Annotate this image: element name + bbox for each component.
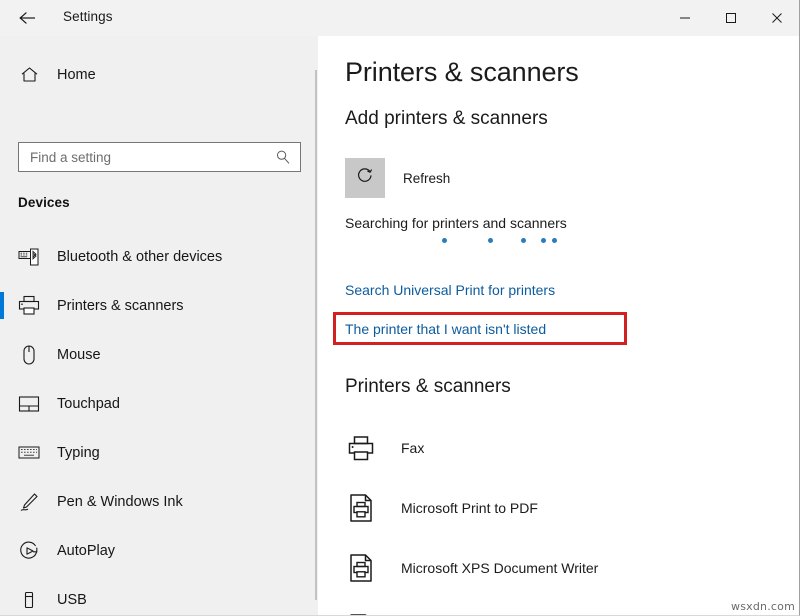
- sidebar-item-label: USB: [57, 592, 87, 608]
- refresh-circular-arrow-icon: [354, 165, 376, 192]
- watermark: wsxdn.com: [731, 600, 795, 613]
- title-bar: Settings: [0, 0, 800, 37]
- keyboard-icon: [17, 441, 41, 465]
- bluetooth-devices-icon: [17, 245, 41, 269]
- sidebar-item-typing[interactable]: Typing: [0, 428, 310, 477]
- home-icon: [18, 64, 40, 86]
- touchpad-icon: [17, 392, 41, 416]
- printer-icon: [345, 432, 377, 464]
- refresh-label: Refresh: [403, 171, 450, 186]
- search-universal-print-link[interactable]: Search Universal Print for printers: [345, 282, 555, 298]
- refresh-button[interactable]: Refresh: [345, 158, 450, 198]
- usb-icon: [17, 588, 41, 612]
- mouse-icon: [17, 343, 41, 367]
- document-printer-icon: [345, 612, 377, 616]
- printer-name: Fax: [401, 440, 424, 456]
- list-item[interactable]: Microsoft Print to PDF: [318, 478, 799, 538]
- sidebar-item-printers-scanners[interactable]: Printers & scanners: [0, 281, 310, 330]
- sidebar-item-bluetooth-other-devices[interactable]: Bluetooth & other devices: [0, 232, 310, 281]
- progress-dot: [541, 238, 546, 243]
- printers-list: Fax Microsoft Print to PDF: [318, 418, 799, 616]
- sidebar-item-usb[interactable]: USB: [0, 575, 310, 616]
- progress-dot: [488, 238, 493, 243]
- autoplay-icon: [17, 539, 41, 563]
- printer-name: Microsoft Print to PDF: [401, 500, 538, 516]
- sidebar-item-mouse[interactable]: Mouse: [0, 330, 310, 379]
- search-icon[interactable]: [275, 149, 291, 165]
- sidebar-item-label: Mouse: [57, 347, 101, 363]
- search-setting-box[interactable]: [18, 142, 301, 172]
- sidebar: Home Devices: [0, 36, 318, 616]
- settings-window: Settings: [0, 0, 800, 616]
- window-title: Settings: [63, 9, 113, 24]
- sidebar-scrollbar-thumb[interactable]: [315, 70, 317, 600]
- sidebar-item-pen-windows-ink[interactable]: Pen & Windows Ink: [0, 477, 310, 526]
- close-icon: [771, 12, 783, 24]
- close-button[interactable]: [754, 0, 800, 36]
- progress-dot: [442, 238, 447, 243]
- list-item[interactable]: Microsoft XPS Document Writer: [318, 538, 799, 598]
- back-arrow-icon: [18, 10, 38, 26]
- progress-dot: [521, 238, 526, 243]
- printer-name: Microsoft XPS Document Writer: [401, 560, 598, 576]
- sidebar-item-label: Bluetooth & other devices: [57, 249, 222, 265]
- maximize-icon: [725, 12, 737, 24]
- sidebar-item-label: Pen & Windows Ink: [57, 494, 183, 510]
- list-item[interactable]: Fax: [318, 418, 799, 478]
- sidebar-item-label: AutoPlay: [57, 543, 115, 559]
- minimize-button[interactable]: [662, 0, 708, 36]
- selection-indicator: [0, 292, 4, 319]
- minimize-icon: [679, 12, 691, 24]
- page-title: Printers & scanners: [345, 57, 579, 88]
- list-item[interactable]: OneNote (Desktop): [318, 598, 799, 616]
- loading-dots: [318, 234, 799, 248]
- progress-dot: [552, 238, 557, 243]
- refresh-icon-tile: [345, 158, 385, 198]
- printers-list-heading: Printers & scanners: [345, 376, 511, 398]
- sidebar-item-label: Printers & scanners: [57, 298, 184, 314]
- sidebar-nav: Bluetooth & other devices Printers & sca…: [0, 232, 310, 616]
- document-printer-icon: [345, 552, 377, 584]
- sidebar-category-label: Devices: [18, 195, 70, 210]
- searching-status-text: Searching for printers and scanners: [345, 215, 567, 231]
- window-controls: [662, 0, 800, 36]
- back-button[interactable]: [8, 2, 48, 34]
- sidebar-item-home[interactable]: Home: [0, 60, 300, 90]
- home-label: Home: [57, 67, 96, 83]
- sidebar-item-touchpad[interactable]: Touchpad: [0, 379, 310, 428]
- main-content: Printers & scanners Add printers & scann…: [318, 36, 799, 616]
- printer-not-listed-link[interactable]: The printer that I want isn't listed: [345, 321, 546, 337]
- document-printer-icon: [345, 492, 377, 524]
- printer-icon: [17, 294, 41, 318]
- search-input[interactable]: [19, 144, 270, 170]
- sidebar-item-label: Typing: [57, 445, 100, 461]
- add-printers-heading: Add printers & scanners: [345, 108, 548, 130]
- sidebar-item-autoplay[interactable]: AutoPlay: [0, 526, 310, 575]
- maximize-button[interactable]: [708, 0, 754, 36]
- pen-icon: [17, 490, 41, 514]
- sidebar-item-label: Touchpad: [57, 396, 120, 412]
